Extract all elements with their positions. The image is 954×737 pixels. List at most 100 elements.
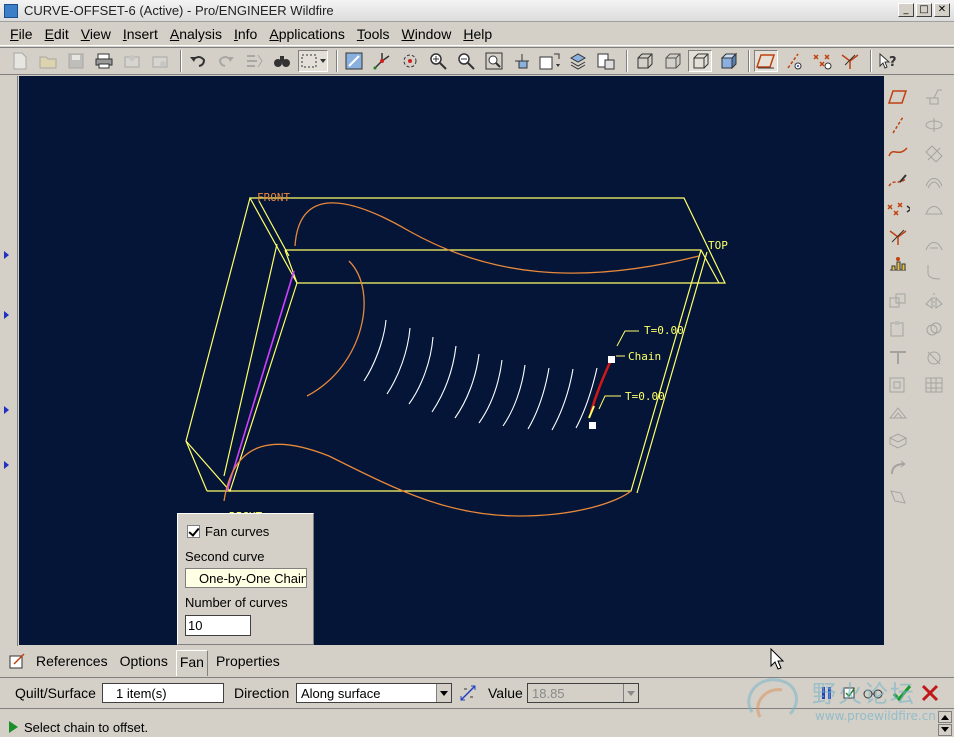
tab-properties[interactable]: Properties: [212, 650, 284, 672]
fan-options-panel: Fan curves Second curve One-by-One Chain…: [177, 513, 314, 645]
solidify-tool[interactable]: [886, 458, 910, 480]
direction-select[interactable]: Along surface: [296, 683, 452, 703]
fan-curves-checkbox-row[interactable]: Fan curves: [187, 524, 269, 539]
no-hidden-button[interactable]: [688, 50, 712, 72]
sketched-curve-tool[interactable]: [886, 142, 910, 164]
chain-handle-lower[interactable]: [589, 422, 596, 429]
fan-curves-checkbox[interactable]: [187, 525, 200, 538]
thicken-tool[interactable]: [886, 430, 910, 452]
print-button[interactable]: [92, 50, 116, 72]
refit-button[interactable]: [482, 50, 506, 72]
analysis-tool[interactable]: [886, 254, 910, 276]
expand-arrow-icon[interactable]: [4, 311, 9, 319]
email-link-button[interactable]: [148, 50, 172, 72]
datum-point-tool[interactable]: [886, 198, 910, 220]
zoom-in-button[interactable]: [426, 50, 450, 72]
revolve-tool[interactable]: [922, 114, 946, 136]
regenerate-button[interactable]: [242, 50, 266, 72]
expand-arrow-icon[interactable]: [4, 461, 9, 469]
quilt-surface-collector[interactable]: 1 item(s): [102, 683, 224, 703]
close-button[interactable]: ✕: [934, 3, 950, 17]
maximize-button[interactable]: □: [916, 3, 932, 17]
number-of-curves-input[interactable]: 10: [185, 615, 251, 636]
find-button[interactable]: [270, 50, 294, 72]
spin-center-button[interactable]: [370, 50, 394, 72]
coordinate-system-tool[interactable]: [886, 226, 910, 248]
draft-offset-tool[interactable]: [922, 86, 946, 108]
save-button[interactable]: [64, 50, 88, 72]
menu-tools[interactable]: Tools: [351, 26, 396, 42]
redo-button[interactable]: [214, 50, 238, 72]
open-file-button[interactable]: [36, 50, 60, 72]
menu-view[interactable]: View: [75, 26, 117, 42]
boundary-blend-tool[interactable]: [922, 198, 946, 220]
merge-tool[interactable]: [922, 318, 946, 340]
trim-tool[interactable]: [886, 346, 910, 368]
warp-tool[interactable]: [886, 486, 910, 508]
context-help-button[interactable]: ?: [876, 50, 900, 72]
new-file-button[interactable]: [8, 50, 32, 72]
menu-edit[interactable]: Edit: [39, 26, 75, 42]
shading-edges-button[interactable]: [632, 50, 656, 72]
cancel-button[interactable]: [920, 683, 940, 703]
t-value-lower[interactable]: T=0.00: [625, 390, 665, 403]
view-manager-button[interactable]: [594, 50, 618, 72]
variable-section-tool[interactable]: [922, 234, 946, 256]
zoom-out-button[interactable]: [454, 50, 478, 72]
copy-tool[interactable]: [886, 290, 910, 312]
intersect-tool[interactable]: [922, 346, 946, 368]
email-button[interactable]: [120, 50, 144, 72]
datum-plane-tool[interactable]: [886, 86, 910, 108]
orient-mode-button[interactable]: [398, 50, 422, 72]
menu-insert[interactable]: Insert: [117, 26, 164, 42]
menu-applications[interactable]: Applications: [263, 26, 351, 42]
tab-options[interactable]: Options: [116, 650, 172, 672]
blend-tool[interactable]: [922, 170, 946, 192]
left-navigator-strip[interactable]: [0, 76, 18, 646]
pause-button[interactable]: [818, 684, 836, 702]
offset-tool[interactable]: [886, 402, 910, 424]
message-scroll-down[interactable]: [938, 724, 952, 736]
reorient-button[interactable]: [510, 50, 534, 72]
message-scroll-up[interactable]: [938, 711, 952, 723]
undo-button[interactable]: [186, 50, 210, 72]
sketch-tool[interactable]: [886, 170, 910, 192]
menu-file[interactable]: File: [4, 26, 39, 42]
datum-points-toggle[interactable]: [810, 50, 834, 72]
sweep-tool[interactable]: [922, 142, 946, 164]
datum-axis-tool[interactable]: [886, 114, 910, 136]
datum-axes-toggle[interactable]: [782, 50, 806, 72]
repaint-button[interactable]: [342, 50, 366, 72]
round-tool[interactable]: [922, 261, 946, 283]
chevron-down-icon[interactable]: [436, 684, 451, 702]
select-box-button[interactable]: [298, 50, 328, 72]
saved-views-button[interactable]: [538, 50, 562, 72]
pattern-tool[interactable]: [922, 374, 946, 396]
menu-analysis[interactable]: Analysis: [164, 26, 228, 42]
tab-references[interactable]: References: [32, 650, 112, 672]
extend-tool[interactable]: [886, 374, 910, 396]
shading-button[interactable]: [716, 50, 740, 72]
hidden-line-button[interactable]: [660, 50, 684, 72]
minimize-button[interactable]: _: [898, 3, 914, 17]
coordinate-systems-toggle[interactable]: [838, 50, 862, 72]
chain-handle-upper[interactable]: [608, 356, 615, 363]
apply-button[interactable]: [892, 683, 912, 703]
menu-window[interactable]: Window: [396, 26, 458, 42]
second-curve-collector[interactable]: One-by-One Chain: [185, 568, 307, 588]
preview-checkbox[interactable]: [842, 684, 860, 702]
graphics-viewport[interactable]: FRONT TOP RIGHT T=0.00 T=0.00 Chain: [19, 76, 884, 645]
menu-info[interactable]: Info: [228, 26, 263, 42]
expand-arrow-icon[interactable]: [4, 251, 9, 259]
menu-help[interactable]: Help: [457, 26, 498, 42]
verify-button[interactable]: [862, 684, 884, 702]
layers-button[interactable]: [566, 50, 590, 72]
t-value-upper[interactable]: T=0.00: [644, 324, 684, 337]
paste-tool[interactable]: [886, 318, 910, 340]
flip-direction-button[interactable]: [459, 684, 477, 702]
tab-fan[interactable]: Fan: [175, 650, 208, 676]
datum-planes-toggle[interactable]: [754, 50, 778, 72]
model-geometry[interactable]: FRONT TOP RIGHT T=0.00 T=0.00 Chain: [19, 76, 884, 645]
expand-arrow-icon[interactable]: [4, 406, 9, 414]
mirror-tool[interactable]: [922, 290, 946, 312]
